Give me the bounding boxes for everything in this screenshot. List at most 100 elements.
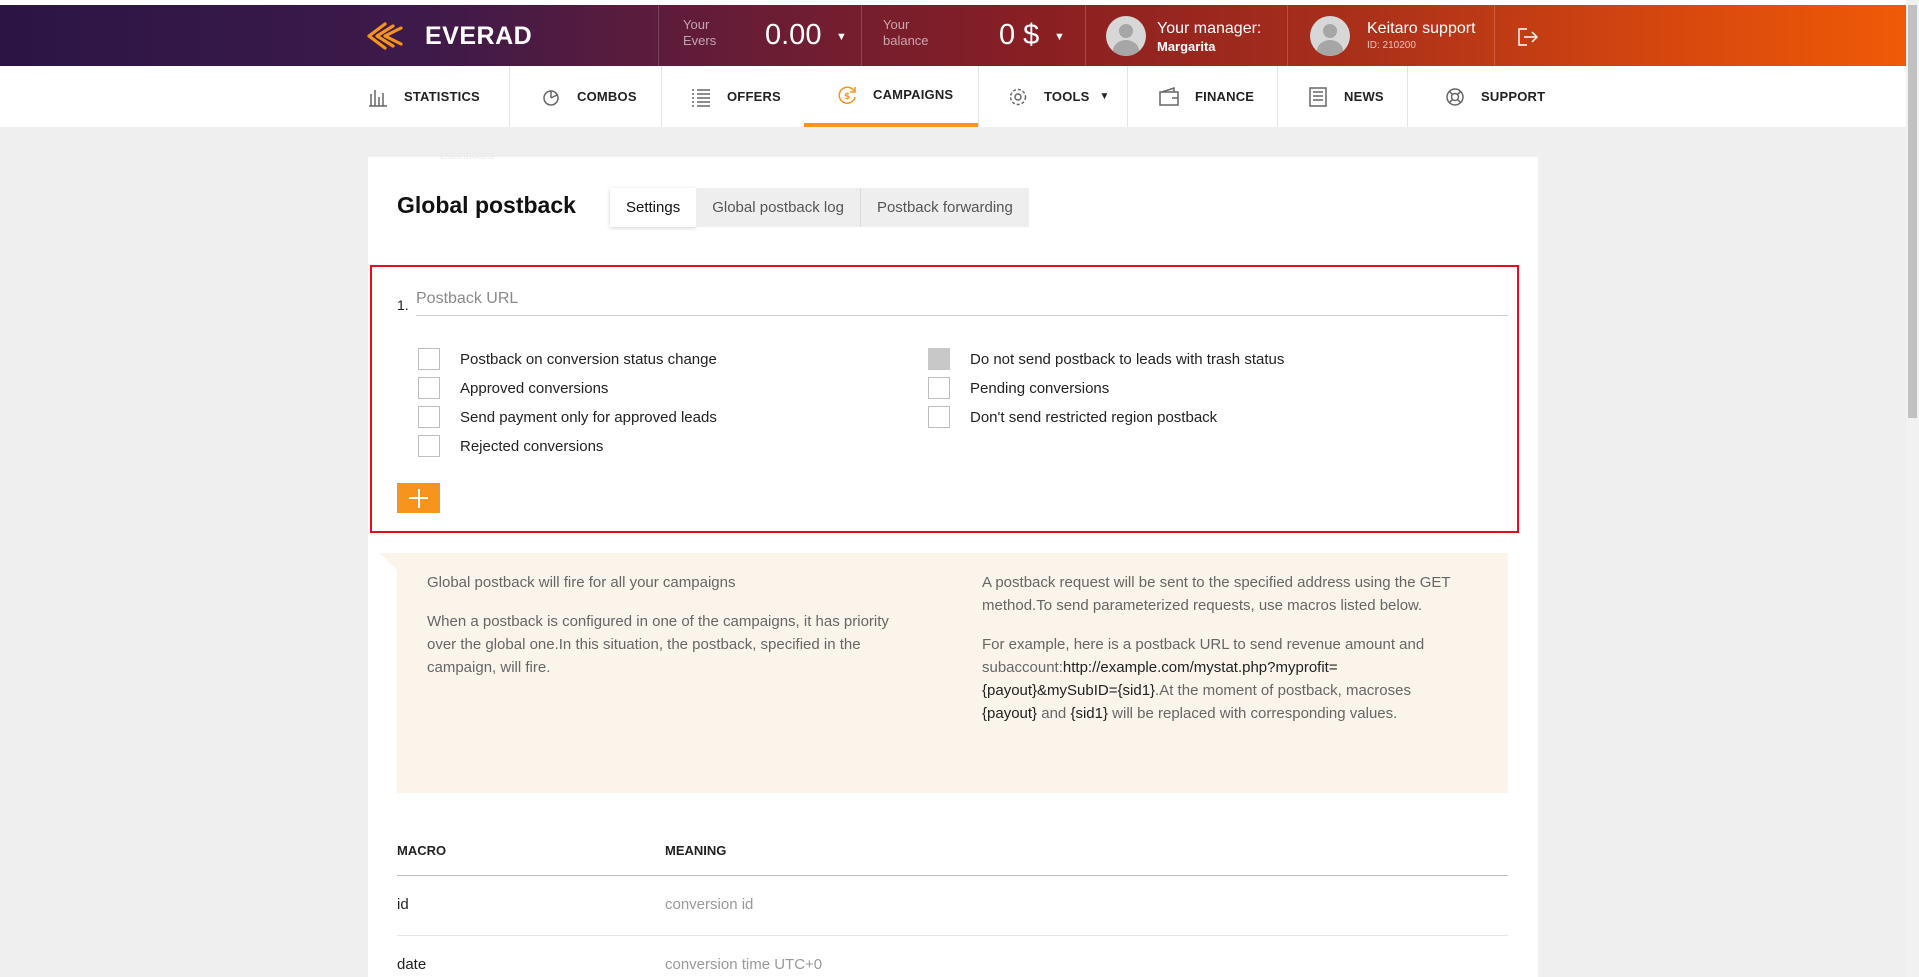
nav-support[interactable]: SUPPORT: [1444, 66, 1545, 127]
checkbox-label: Send payment only for approved leads: [460, 408, 717, 426]
checkbox-box[interactable]: [418, 406, 440, 428]
pie-chart-icon: [543, 89, 559, 106]
macro-name: date: [397, 956, 427, 973]
checkbox-no-trash-postback[interactable]: Do not send postback to leads with trash…: [928, 348, 1284, 370]
info-text: method.To send parameterized requests, u…: [982, 597, 1423, 614]
newspaper-icon: [1309, 86, 1327, 107]
balance-dropdown-icon[interactable]: ▼: [1054, 31, 1065, 43]
checkbox-rejected-conversions[interactable]: Rejected conversions: [418, 435, 603, 457]
page-title: Global postback: [397, 192, 576, 218]
checkbox-pending-conversions[interactable]: Pending conversions: [928, 377, 1109, 399]
breadcrumb[interactable]: Dashboard: [440, 150, 494, 162]
tab-settings[interactable]: Settings: [610, 188, 697, 227]
nav-label: FINANCE: [1195, 89, 1255, 104]
user-id: ID: 210200: [1367, 40, 1416, 51]
top-header: EVERAD Your Evers 0.00 ▼ Your balance 0 …: [0, 5, 1906, 66]
info-text: For example, here is a postback URL to s…: [982, 636, 1425, 653]
nav-news[interactable]: NEWS: [1307, 66, 1384, 127]
brand-logo[interactable]: EVERAD: [365, 18, 532, 54]
macro-meaning: conversion id: [665, 896, 754, 913]
user-avatar: [1310, 16, 1350, 56]
checkbox-box[interactable]: [418, 435, 440, 457]
main-nav: STATISTICS COMBOS OFFERS $ CAMPAIGNS TOO…: [0, 66, 1906, 127]
table-header-divider: [397, 875, 1508, 876]
add-postback-button[interactable]: [397, 483, 440, 513]
header-divider: [658, 5, 659, 66]
info-text: subaccount:http://example.com/mystat.php…: [982, 656, 1338, 679]
table-row-divider: [397, 935, 1508, 936]
checkbox-box[interactable]: [418, 348, 440, 370]
brand-name: EVERAD: [425, 21, 533, 50]
macro-name: id: [397, 896, 409, 913]
nav-divider: [1127, 66, 1128, 127]
nav-label: CAMPAIGNS: [873, 87, 954, 102]
everad-logo-icon: [367, 22, 403, 50]
checkbox-approved-conversions[interactable]: Approved conversions: [418, 377, 608, 399]
evers-value[interactable]: 0.00: [765, 19, 821, 52]
info-text-part: and: [1037, 705, 1071, 722]
logout-icon[interactable]: [1517, 27, 1539, 47]
header-divider: [861, 5, 862, 66]
balance-label-1: Your: [883, 17, 910, 32]
nav-label: NEWS: [1344, 89, 1384, 104]
nav-campaigns[interactable]: $ CAMPAIGNS: [804, 66, 978, 127]
lifebuoy-icon: [1446, 87, 1464, 106]
svg-text:$: $: [844, 92, 850, 102]
checkbox-box[interactable]: [928, 406, 950, 428]
checkbox-box[interactable]: [418, 377, 440, 399]
info-text: A postback request will be sent to the s…: [982, 574, 1451, 591]
info-notch: [380, 553, 398, 571]
tools-dropdown-icon: ▼: [1099, 91, 1110, 102]
page-tabs: Settings Global postback log Postback fo…: [610, 188, 1029, 227]
balance-value[interactable]: 0 $: [999, 19, 1039, 52]
checkbox-label: Rejected conversions: [460, 437, 604, 455]
nav-label: SUPPORT: [1481, 89, 1546, 104]
checkbox-postback-on-status-change[interactable]: Postback on conversion status change: [418, 348, 717, 370]
nav-label: OFFERS: [727, 89, 781, 104]
info-text-part: will be replaced with corresponding valu…: [1107, 705, 1398, 722]
example-url: {payout}&mySubID={sid1}: [982, 682, 1156, 699]
tab-global-postback-log[interactable]: Global postback log: [696, 188, 861, 227]
user-name[interactable]: Keitaro support: [1367, 20, 1476, 38]
nav-finance[interactable]: FINANCE: [1158, 66, 1254, 127]
info-text: over the global one.In this situation, t…: [427, 636, 861, 653]
postback-url-input[interactable]: [416, 283, 1508, 316]
manager-name[interactable]: Margarita: [1157, 39, 1216, 54]
checkbox-box[interactable]: [928, 377, 950, 399]
evers-label-2: Evers: [683, 33, 717, 48]
checkbox-payment-only-approved[interactable]: Send payment only for approved leads: [418, 406, 717, 428]
nav-combos[interactable]: COMBOS: [540, 66, 637, 127]
plus-icon: [417, 488, 420, 508]
nav-label: COMBOS: [577, 89, 637, 104]
checkbox-label: Do not send postback to leads with trash…: [970, 350, 1285, 368]
nav-offers[interactable]: OFFERS: [690, 66, 781, 127]
checkbox-label: Don't send restricted region postback: [970, 408, 1218, 426]
nav-divider: [978, 66, 979, 127]
nav-divider: [661, 66, 662, 127]
postback-row-number: 1.: [397, 297, 409, 313]
header-divider: [1494, 5, 1495, 66]
column-header-macro: MACRO: [397, 843, 447, 858]
checkbox-no-restricted-region[interactable]: Don't send restricted region postback: [928, 406, 1217, 428]
info-text: campaign, will fire.: [427, 659, 551, 676]
nav-tools[interactable]: TOOLS ▼: [1007, 66, 1110, 127]
bar-chart-icon: [369, 89, 387, 107]
evers-dropdown-icon[interactable]: ▼: [836, 31, 847, 43]
wallet-icon: [1159, 86, 1179, 106]
tab-postback-forwarding[interactable]: Postback forwarding: [860, 188, 1029, 227]
checkbox-box[interactable]: [928, 348, 950, 370]
nav-statistics[interactable]: STATISTICS: [367, 66, 480, 127]
nav-label: TOOLS: [1044, 89, 1090, 104]
gear-icon: [1009, 88, 1027, 105]
info-text: When a postback is configured in one of …: [427, 613, 889, 630]
page-scrollbar-thumb[interactable]: [1908, 5, 1917, 418]
nav-label: STATISTICS: [404, 89, 480, 104]
info-panel: Global postback will fire for all your c…: [397, 553, 1508, 793]
nav-divider: [1407, 66, 1408, 127]
header-divider: [1085, 5, 1086, 66]
info-text-part: subaccount:: [982, 659, 1063, 676]
balance-label-2: balance: [883, 33, 929, 48]
info-text: {payout}&mySubID={sid1}.At the moment of…: [982, 679, 1411, 702]
manager-avatar: [1106, 16, 1146, 56]
macro-sid1: {sid1}: [1070, 705, 1108, 722]
